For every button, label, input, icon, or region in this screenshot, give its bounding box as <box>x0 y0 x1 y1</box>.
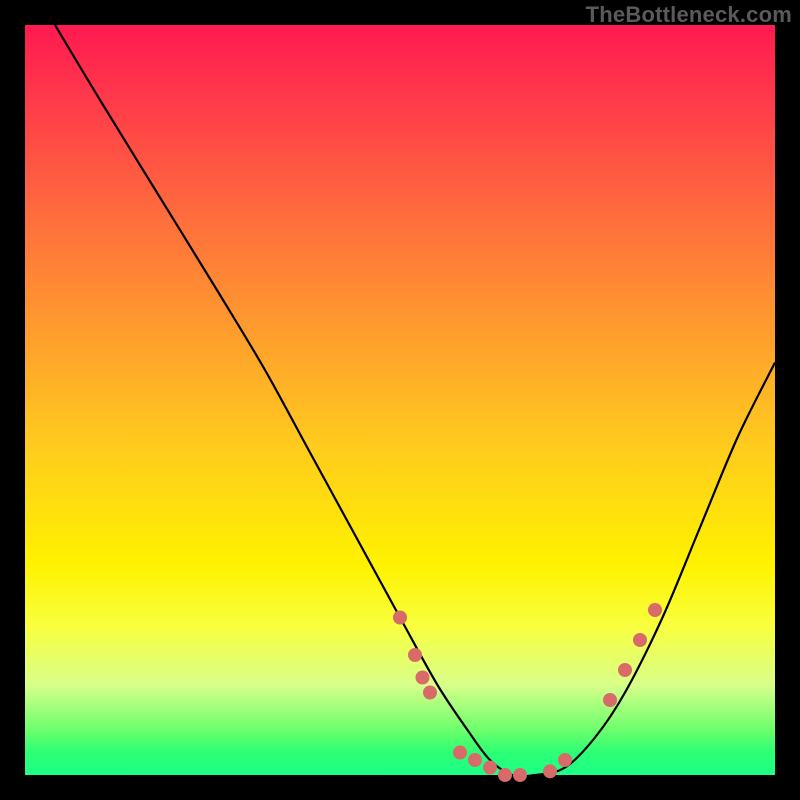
data-marker <box>393 611 407 625</box>
data-marker <box>408 648 422 662</box>
chart-frame: TheBottleneck.com <box>0 0 800 800</box>
data-marker <box>603 693 617 707</box>
watermark-text: TheBottleneck.com <box>586 2 792 28</box>
data-marker <box>648 603 662 617</box>
chart-svg <box>25 25 775 775</box>
data-marker <box>483 761 497 775</box>
data-marker <box>633 633 647 647</box>
data-marker <box>498 768 512 782</box>
data-marker <box>558 753 572 767</box>
data-marker <box>423 686 437 700</box>
data-marker <box>543 764 557 778</box>
data-marker <box>416 671 430 685</box>
data-marker <box>618 663 632 677</box>
data-marker <box>453 746 467 760</box>
data-markers <box>393 603 662 782</box>
bottleneck-curve <box>55 25 775 776</box>
data-marker <box>468 753 482 767</box>
data-marker <box>513 768 527 782</box>
